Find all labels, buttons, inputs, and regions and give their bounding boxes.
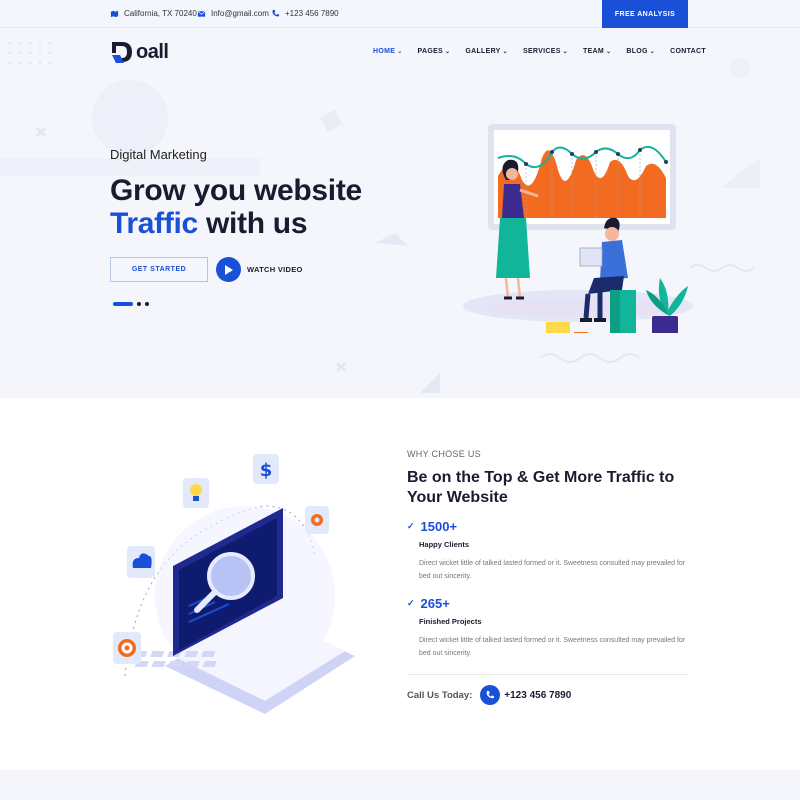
brand-logo[interactable]: oall <box>110 39 169 65</box>
call-number[interactable]: +123 456 7890 <box>504 690 571 701</box>
nav-item-label: BLOG <box>626 48 648 55</box>
slider-dot-3[interactable] <box>145 302 149 306</box>
headline-accent: Traffic <box>110 207 198 240</box>
phone-info[interactable]: +123 456 7890 <box>271 9 339 18</box>
email-text[interactable]: Info@gmail.com <box>211 9 269 18</box>
stat-value: 1500+ <box>420 519 458 534</box>
stat-label: Happy Clients <box>419 540 470 549</box>
seo-laptop-illustration: $ <box>113 454 355 714</box>
nav-item-pages[interactable]: PAGES ⌄ <box>418 48 451 55</box>
get-started-button[interactable]: GET STARTED <box>110 257 208 282</box>
stat-happy-clients: ✓ 1500+ Happy Clients Direct wicket litt… <box>407 519 689 583</box>
slider-dot-1[interactable] <box>113 302 133 306</box>
cloud-icon <box>127 546 155 578</box>
hero-eyebrow: Digital Marketing <box>110 147 207 162</box>
headline-line1: Grow you website <box>110 174 362 207</box>
nav-item-services[interactable]: SERVICES ⌄ <box>523 48 568 55</box>
marketing-analytics-illustration <box>463 124 693 333</box>
stat-head: ✓ 265+ <box>407 596 689 611</box>
stat-head: ✓ 1500+ <box>407 519 689 534</box>
free-analysis-button[interactable]: FREE ANALYSIS <box>602 0 688 28</box>
nav-item-blog[interactable]: BLOG ⌄ <box>626 48 655 55</box>
email-info[interactable]: Info@gmail.com <box>197 9 269 18</box>
phone-icon[interactable] <box>480 685 501 705</box>
stat-finished-projects: ✓ 265+ Finished Projects Direct wicket l… <box>407 596 689 660</box>
chevron-down-icon: ⌄ <box>502 49 508 55</box>
svg-text:$: $ <box>260 460 273 481</box>
stat-description: Direct wicket little of talked lasted fo… <box>419 560 686 580</box>
call-label: Call Us Today: <box>407 689 473 701</box>
map-icon <box>110 10 119 18</box>
chevron-down-icon: ⌄ <box>445 49 451 55</box>
hero-section: oall HOME ⌄ PAGES ⌄ GALLERY ⌄ SERVICES ⌄ TEAM ⌄ BL… <box>0 28 800 398</box>
check-icon: ✓ <box>407 521 415 531</box>
chevron-down-icon: ⌄ <box>397 49 403 55</box>
nav-item-label: TEAM <box>583 48 605 55</box>
nav-item-team[interactable]: TEAM ⌄ <box>583 48 611 55</box>
slider-pagination <box>113 302 149 306</box>
why-choose-us-section: $ WHY CHOSE US Be on the Top & Get More … <box>0 398 800 770</box>
next-section-strip <box>0 770 800 800</box>
check-icon: ✓ <box>407 598 415 608</box>
nav-item-label: SERVICES <box>522 48 561 55</box>
headline-rest: with us <box>197 207 308 240</box>
nav-item-contact[interactable]: CONTACT <box>670 48 706 55</box>
why-eyebrow: WHY CHOSE US <box>407 449 481 459</box>
top-info-bar: California, TX 70240 Info@gmail.com +123… <box>0 0 800 28</box>
gear-icon <box>305 506 329 534</box>
watch-video-button[interactable]: WATCH VIDEO <box>216 257 303 282</box>
location-text: California, TX 70240 <box>124 9 197 18</box>
nav-item-home[interactable]: HOME ⌄ <box>373 48 403 55</box>
slider-dot-2[interactable] <box>137 302 141 306</box>
nav-item-label: GALLERY <box>465 48 501 55</box>
stat-value: 265+ <box>420 596 450 611</box>
hero-headline: Grow you website Traffic with us <box>110 174 362 240</box>
dollar-icon: $ <box>253 454 279 484</box>
chevron-down-icon: ⌄ <box>649 49 656 55</box>
stat-label: Finished Projects <box>419 617 482 626</box>
phone-icon <box>272 9 280 17</box>
logo-mark-icon <box>112 42 132 63</box>
nav-item-gallery[interactable]: GALLERY ⌄ <box>465 48 508 55</box>
call-us-row: Call Us Today: +123 456 7890 <box>407 685 571 705</box>
main-navigation: HOME ⌄ PAGES ⌄ GALLERY ⌄ SERVICES ⌄ TEAM ⌄ BLOG ⌄ CO… <box>373 48 721 55</box>
play-icon[interactable] <box>216 257 241 282</box>
target-icon <box>113 632 141 664</box>
bulb-icon <box>183 478 209 508</box>
stat-description: Direct wicket little of talked lasted fo… <box>419 637 686 657</box>
mail-icon <box>197 10 206 17</box>
location-info: California, TX 70240 <box>110 9 197 18</box>
section-divider <box>407 674 688 675</box>
watch-video-label: WATCH VIDEO <box>247 265 303 274</box>
phone-text[interactable]: +123 456 7890 <box>285 9 339 18</box>
nav-item-label: CONTACT <box>670 48 706 55</box>
why-title: Be on the Top & Get More Traffic to Your… <box>407 469 675 506</box>
chevron-down-icon: ⌄ <box>606 49 612 55</box>
brand-name: oall <box>136 40 169 63</box>
chevron-down-icon: ⌄ <box>562 49 568 55</box>
nav-item-label: PAGES <box>417 48 444 55</box>
nav-item-label: HOME <box>373 48 396 55</box>
